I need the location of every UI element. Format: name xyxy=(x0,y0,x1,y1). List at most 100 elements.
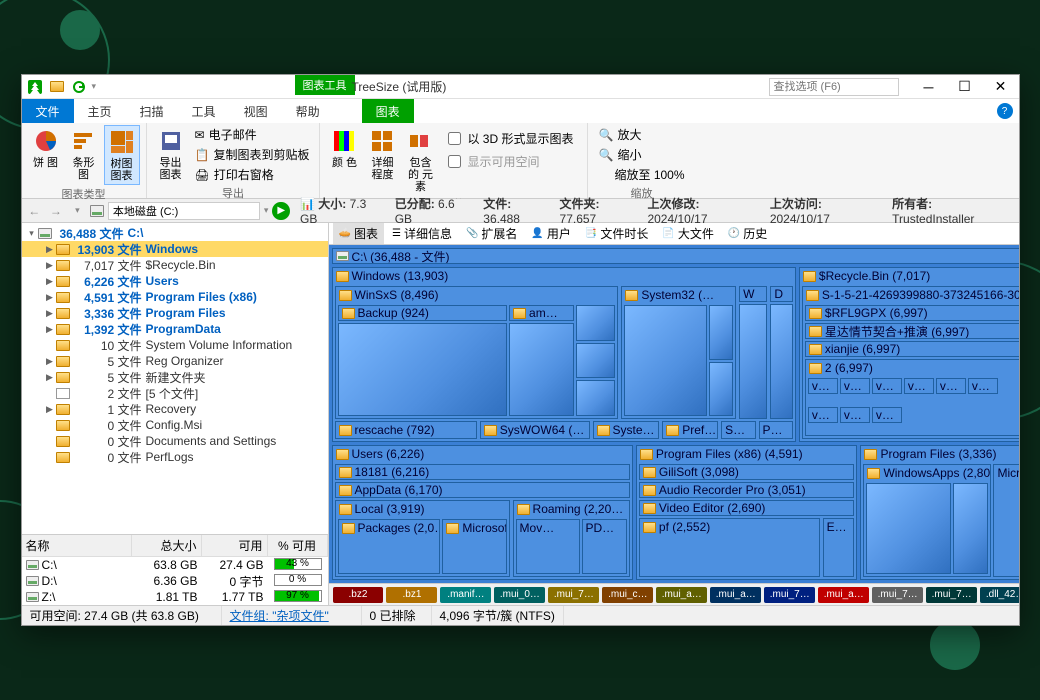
app-window: ▾ 图表工具 TreeSize (试用版) ─ ☐ ✕ 文件 主页 扫描 工具 … xyxy=(21,74,1020,626)
right-tab[interactable]: ☰详细信息 xyxy=(386,223,458,244)
status-filegroup: 文件组: "杂项文件" xyxy=(222,606,362,625)
statusbar: 可用空间: 27.4 GB (共 63.8 GB) 文件组: "杂项文件" 0 … xyxy=(22,605,1019,625)
tab-tools[interactable]: 工具 xyxy=(178,99,230,123)
tree-item[interactable]: ▶4,591 文件Program Files (x86) xyxy=(22,289,328,305)
copy-icon: 📋 xyxy=(195,148,210,162)
tree-item[interactable]: 0 文件Config.Msi xyxy=(22,417,328,433)
left-panel: ▾ 36,488 文件 C:\ ▶13,903 文件Windows▶7,017 … xyxy=(22,223,329,605)
quick-access-toolbar: ▾ xyxy=(26,78,97,96)
tree-item[interactable]: ▶3,336 文件Program Files xyxy=(22,305,328,321)
path-dropdown-icon[interactable]: ▾ xyxy=(264,205,269,216)
zoomin-button[interactable]: 🔍放大 xyxy=(594,125,688,144)
right-tab[interactable]: 🕐历史 xyxy=(722,223,773,244)
extension-bar: .bz2.bz1.manif….mui_0….mui_7….mui_c….mui… xyxy=(329,583,1019,605)
refresh-icon[interactable] xyxy=(70,78,88,96)
qat-dropdown-icon[interactable]: ▾ xyxy=(92,81,97,92)
tab-help[interactable]: 帮助 xyxy=(282,99,334,123)
elements-button[interactable]: 包含的 元素 xyxy=(402,125,438,195)
history-dropdown[interactable]: ▾ xyxy=(69,202,87,220)
tree-view: ▾ 36,488 文件 C:\ ▶13,903 文件Windows▶7,017 … xyxy=(22,223,328,534)
close-button[interactable]: ✕ xyxy=(983,76,1019,98)
extension-item[interactable]: .mui_7… xyxy=(872,587,923,603)
tree-root[interactable]: ▾ 36,488 文件 C:\ xyxy=(22,225,328,241)
minimize-button[interactable]: ─ xyxy=(911,76,947,98)
treemap-view[interactable]: C:\ (36,488 - 文件) Windows (13,903) WinSx… xyxy=(329,245,1019,583)
col-pct[interactable]: % 可用 xyxy=(268,535,328,556)
help-button[interactable]: ? xyxy=(997,103,1013,119)
tree-item[interactable]: ▶1 文件Recovery xyxy=(22,401,328,417)
app-icon xyxy=(26,78,44,96)
window-title: TreeSize (试用版) xyxy=(352,78,447,95)
extension-item[interactable]: .mui_0… xyxy=(494,587,545,603)
print-icon: 🖨 xyxy=(195,168,210,182)
email-button[interactable]: ✉电子邮件 xyxy=(191,125,314,144)
drive-icon xyxy=(90,205,104,217)
zoomout-button[interactable]: 🔍缩小 xyxy=(594,145,688,164)
tree-item[interactable]: ▶5 文件Reg Organizer xyxy=(22,353,328,369)
tab-file[interactable]: 文件 xyxy=(22,99,74,123)
zoom100-button[interactable]: 缩放至 100% xyxy=(594,165,688,184)
right-tabs: 🥧图表☰详细信息📎扩展名👤用户📑文件时长📄大文件🕐历史 xyxy=(329,223,1019,245)
right-tab[interactable]: 📎扩展名 xyxy=(460,223,523,244)
context-tab-label: 图表工具 xyxy=(295,75,355,95)
space-checkbox[interactable]: 显示可用空间 xyxy=(444,152,577,171)
tree-item[interactable]: 0 文件PerfLogs xyxy=(22,449,328,465)
volume-row[interactable]: C:\63.8 GB27.4 GB43 % xyxy=(22,557,328,573)
tree-item[interactable]: 10 文件System Volume Information xyxy=(22,337,328,353)
col-name[interactable]: 名称 xyxy=(22,535,132,556)
volume-row[interactable]: Z:\1.81 TB1.77 TB97 % xyxy=(22,589,328,605)
extension-item[interactable]: .mui_a… xyxy=(818,587,869,603)
tree-item[interactable]: ▶6,226 文件Users xyxy=(22,273,328,289)
go-button[interactable]: ▶ xyxy=(272,202,290,220)
tab-view[interactable]: 视图 xyxy=(230,99,282,123)
extension-item[interactable]: .mui_a… xyxy=(710,587,761,603)
col-total[interactable]: 总大小 xyxy=(132,535,202,556)
right-tab[interactable]: 📄大文件 xyxy=(656,223,719,244)
extension-item[interactable]: .mui_c… xyxy=(602,587,653,603)
tree-item[interactable]: ▶13,903 文件Windows xyxy=(22,241,328,257)
mail-icon: ✉ xyxy=(195,128,205,142)
copy-button[interactable]: 📋复制图表到剪贴板 xyxy=(191,145,314,164)
back-button[interactable]: ← xyxy=(26,202,44,220)
zoomin-icon: 🔍 xyxy=(598,128,613,142)
bar-chart-button[interactable]: 条形 图 xyxy=(66,125,102,183)
extension-item[interactable]: .dll_42… xyxy=(980,587,1018,603)
tree-item[interactable]: 2 文件[5 个文件] xyxy=(22,385,328,401)
extension-item[interactable]: .bz1 xyxy=(386,587,437,603)
export-button[interactable]: 导出 图表 xyxy=(153,125,189,183)
right-panel: 🥧图表☰详细信息📎扩展名👤用户📑文件时长📄大文件🕐历史 C:\ (36,488 … xyxy=(329,223,1019,605)
right-tab[interactable]: 🥧图表 xyxy=(333,223,384,244)
folder-icon[interactable] xyxy=(48,78,66,96)
tree-item[interactable]: ▶7,017 文件$Recycle.Bin xyxy=(22,257,328,273)
extension-item[interactable]: .bz2 xyxy=(333,587,384,603)
maximize-button[interactable]: ☐ xyxy=(947,76,983,98)
tree-item[interactable]: ▶1,392 文件ProgramData xyxy=(22,321,328,337)
menu-tabs: 文件 主页 扫描 工具 视图 帮助 图表 ? xyxy=(22,99,1019,123)
extension-item[interactable]: .manif… xyxy=(440,587,491,603)
ribbon: 饼 图 条形 图 树图 图表 图表类型 导出 图表 ✉电子邮件 📋复制图表到剪贴… xyxy=(22,123,1019,199)
print-button[interactable]: 🖨打印右窗格 xyxy=(191,165,314,184)
treemap-button[interactable]: 树图 图表 xyxy=(104,125,140,185)
pie-chart-button[interactable]: 饼 图 xyxy=(28,125,64,171)
forward-button[interactable]: → xyxy=(47,202,65,220)
right-tab[interactable]: 📑文件时长 xyxy=(579,223,654,244)
tab-scan[interactable]: 扫描 xyxy=(126,99,178,123)
right-tab[interactable]: 👤用户 xyxy=(525,223,576,244)
tree-item[interactable]: ▶5 文件新建文件夹 xyxy=(22,369,328,385)
color-button[interactable]: 颜 色 xyxy=(326,125,362,171)
search-input[interactable] xyxy=(769,78,899,96)
col-avail[interactable]: 可用 xyxy=(202,535,268,556)
tree-item[interactable]: 0 文件Documents and Settings xyxy=(22,433,328,449)
volume-row[interactable]: D:\6.36 GB0 字节0 % xyxy=(22,573,328,589)
detail-button[interactable]: 详细 程度 xyxy=(364,125,400,183)
tab-home[interactable]: 主页 xyxy=(74,99,126,123)
extension-item[interactable]: .mui_7… xyxy=(548,587,599,603)
extension-item[interactable]: .mui_7… xyxy=(764,587,815,603)
extension-item[interactable]: .mui_a… xyxy=(656,587,707,603)
3d-checkbox[interactable]: 以 3D 形式显示图表 xyxy=(444,129,577,148)
tab-chart[interactable]: 图表 xyxy=(362,99,414,123)
extension-item[interactable]: .mui_7… xyxy=(926,587,977,603)
path-input[interactable] xyxy=(108,202,260,220)
status-excluded: 0 已排除 xyxy=(362,606,432,625)
titlebar: ▾ 图表工具 TreeSize (试用版) ─ ☐ ✕ xyxy=(22,75,1019,99)
